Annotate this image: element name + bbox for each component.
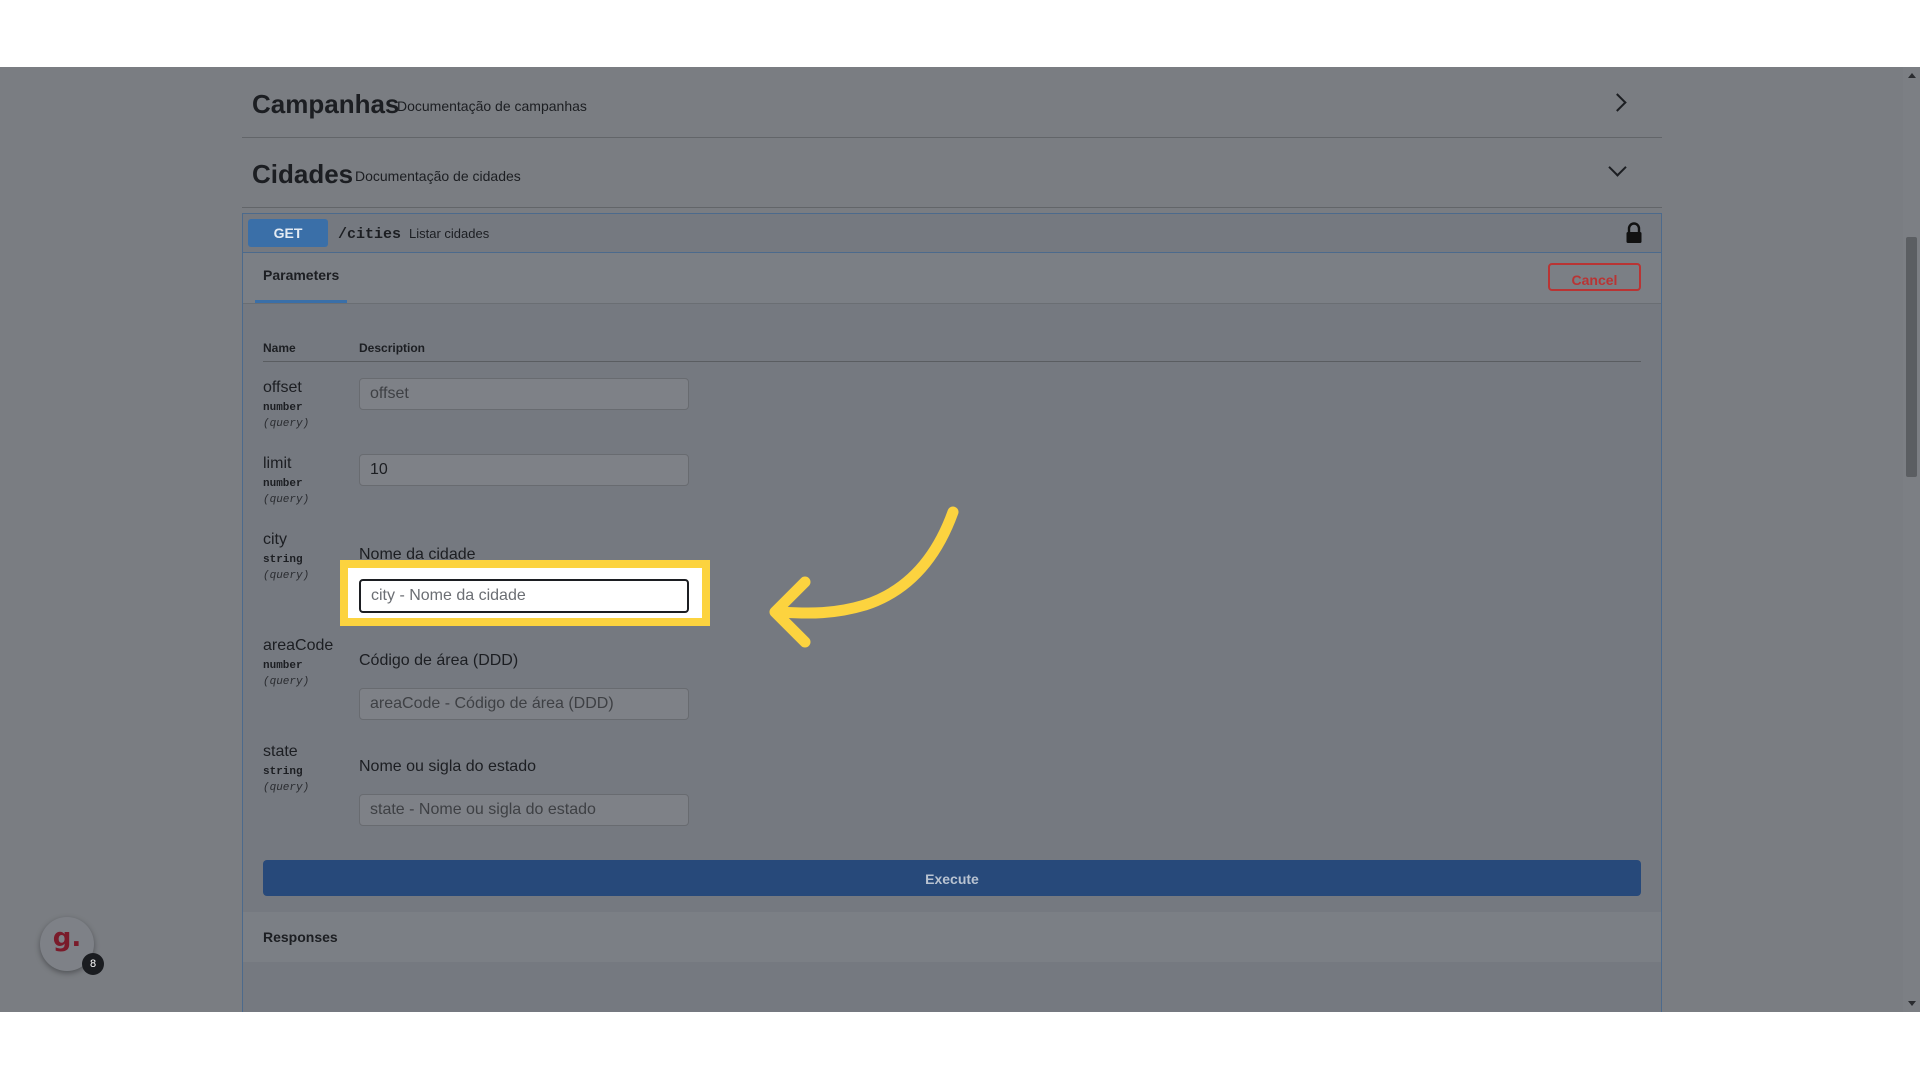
lock-icon[interactable]: [1625, 222, 1643, 244]
operation-description: Listar cidades: [409, 226, 490, 241]
section-description: Documentação de campanhas: [397, 98, 587, 114]
section-title: Campanhas: [252, 89, 400, 119]
limit-input[interactable]: [359, 454, 689, 486]
chevron-down-icon[interactable]: [1608, 158, 1627, 177]
swagger-page: Campanhas Documentação de campanhas Cida…: [0, 67, 1920, 1012]
execute-button[interactable]: Execute: [263, 860, 1641, 896]
param-type: number: [263, 402, 303, 414]
chevron-right-icon[interactable]: [1608, 93, 1627, 112]
tabs-bar: Parameters Cancel: [243, 253, 1661, 304]
city-input[interactable]: [359, 579, 689, 613]
param-city: city string (query): [263, 530, 309, 584]
scroll-down-icon[interactable]: [1908, 1001, 1916, 1006]
param-offset: offset number (query): [263, 378, 309, 432]
state-input[interactable]: [359, 794, 689, 826]
responses-title: Responses: [263, 929, 338, 945]
param-location: (query): [263, 570, 310, 582]
param-type: string: [263, 766, 303, 778]
param-limit: limit number (query): [263, 454, 309, 508]
param-name: offset: [263, 379, 302, 396]
param-name: city: [263, 531, 287, 548]
header-divider: [263, 361, 1641, 362]
param-areacode: areaCode number (query): [263, 636, 333, 690]
column-header-name: Name: [263, 341, 296, 355]
param-type: string: [263, 554, 303, 566]
scroll-up-icon[interactable]: [1908, 73, 1916, 78]
section-description: Documentação de cidades: [355, 168, 521, 184]
scrollbar-thumb[interactable]: [1906, 237, 1917, 477]
help-widget-button[interactable]: g. 8: [40, 917, 104, 975]
responses-section: Responses: [243, 912, 1661, 962]
tab-parameters[interactable]: Parameters: [255, 253, 348, 303]
section-campanhas[interactable]: Campanhas Documentação de campanhas: [242, 67, 1662, 138]
param-type: number: [263, 478, 303, 490]
param-location: (query): [263, 418, 310, 430]
param-name: limit: [263, 455, 292, 472]
param-location: (query): [263, 676, 310, 688]
operation-summary[interactable]: GET /cities Listar cidades: [243, 214, 1661, 253]
param-location: (query): [263, 782, 310, 794]
widget-logo-icon: g.: [52, 923, 82, 953]
annotation-arrow-icon: [769, 506, 959, 648]
column-header-description: Description: [359, 341, 426, 355]
offset-input[interactable]: [359, 378, 689, 410]
param-name: areaCode: [263, 637, 334, 654]
section-title: Cidades: [252, 159, 354, 189]
param-state: state string (query): [263, 742, 309, 796]
param-type: number: [263, 660, 303, 672]
notification-badge: 8: [82, 953, 104, 975]
method-badge: GET: [248, 219, 328, 247]
param-description: Nome ou sigla do estado: [359, 758, 536, 775]
section-cidades[interactable]: Cidades Documentação de cidades: [242, 137, 1662, 208]
param-description: Código de área (DDD): [359, 652, 519, 669]
operation-path: /cities: [338, 226, 402, 243]
param-location: (query): [263, 494, 310, 506]
areacode-input[interactable]: [359, 688, 689, 720]
vertical-scrollbar[interactable]: [1903, 67, 1920, 1012]
param-name: state: [263, 743, 298, 760]
cancel-button[interactable]: Cancel: [1548, 263, 1641, 291]
